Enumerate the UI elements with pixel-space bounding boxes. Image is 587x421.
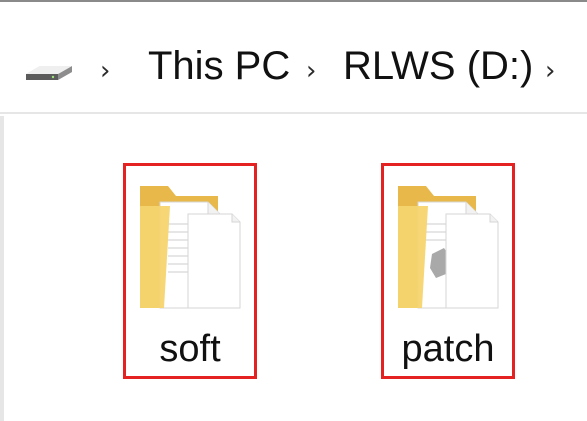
file-explorer-window: › This PC › RLWS (D:) › soft patch	[0, 0, 587, 421]
chevron-right-icon[interactable]: ›	[100, 58, 110, 84]
folder-item-patch[interactable]: patch	[381, 163, 515, 379]
breadcrumb-rlws-drive[interactable]: RLWS (D:)	[343, 46, 533, 86]
folder-item-soft[interactable]: soft	[123, 163, 257, 379]
chevron-right-icon[interactable]: ›	[545, 58, 555, 84]
drive-icon[interactable]	[22, 60, 74, 84]
folder-icon	[140, 186, 241, 309]
breadcrumb-this-pc[interactable]: This PC	[148, 46, 290, 86]
folder-name: patch	[401, 328, 495, 370]
address-bar[interactable]: › This PC › RLWS (D:) ›	[0, 2, 587, 114]
navigation-pane-edge	[0, 116, 4, 421]
folder-icon	[398, 186, 499, 309]
folder-name: soft	[159, 328, 221, 370]
chevron-right-icon[interactable]: ›	[306, 58, 316, 84]
